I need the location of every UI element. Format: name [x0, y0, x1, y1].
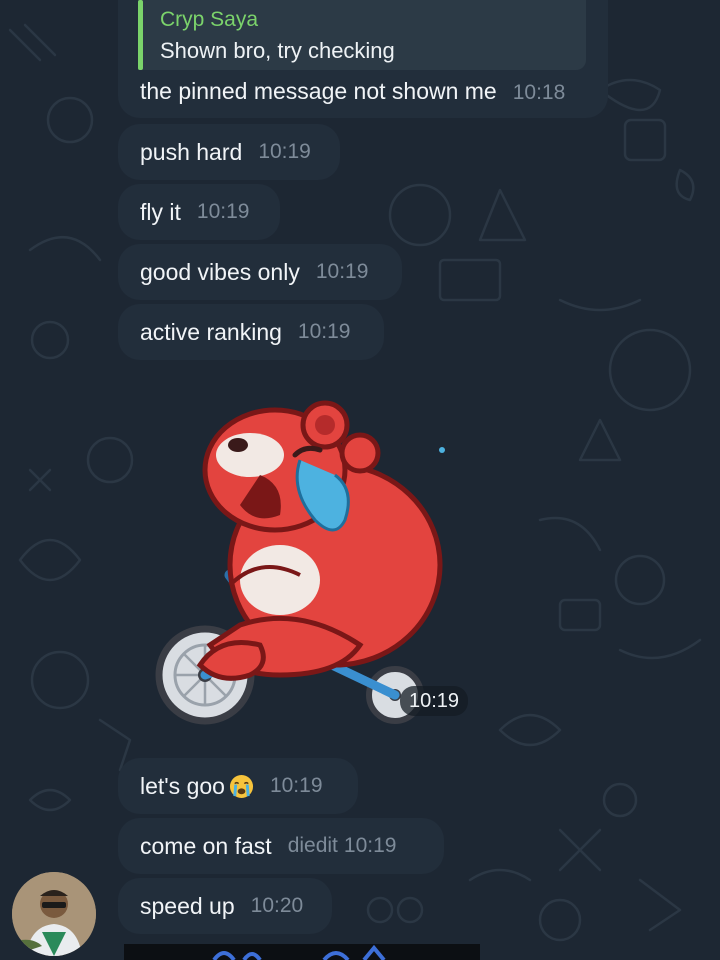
message-time: 10:19 [343, 834, 397, 857]
reply-accent-bar [138, 0, 143, 70]
message-edited-label: diedit [287, 834, 338, 857]
message-text: speed up [140, 892, 235, 919]
message-time: 10:20 [250, 894, 304, 917]
message-text: active ranking [140, 318, 282, 345]
person-avatar-icon [12, 872, 96, 956]
message-time: 10:19 [269, 774, 323, 797]
message-bubble-1[interactable]: Cryp Saya Shown bro, try checking the pi… [118, 0, 608, 118]
message-bubble-6[interactable]: let's goo 10:19 [118, 758, 358, 814]
media-preview-graphic [212, 944, 386, 960]
message-bubble-4[interactable]: good vibes only 10:19 [118, 244, 402, 300]
message-text: fly it [140, 198, 181, 225]
reply-quote[interactable]: Cryp Saya Shown bro, try checking [138, 0, 586, 70]
bear-on-bicycle-sticker[interactable] [150, 395, 470, 735]
message-bubble-3[interactable]: fly it 10:19 [118, 184, 280, 240]
message-bubble-2[interactable]: push hard 10:19 [118, 124, 340, 180]
sticker-time: 10:19 [400, 686, 468, 716]
reply-author: Cryp Saya [160, 8, 259, 31]
message-time: 10:18 [512, 81, 566, 104]
message-time: 10:19 [297, 320, 351, 343]
message-text: good vibes only [140, 258, 300, 285]
media-preview[interactable] [124, 944, 480, 960]
message-time: 10:19 [196, 200, 250, 223]
message-text: let's goo [140, 772, 225, 799]
reply-quoted-text: Shown bro, try checking [160, 38, 395, 63]
message-text: the pinned message not shown me [140, 78, 497, 104]
bear [196, 400, 443, 681]
message-text: come on fast [140, 832, 272, 859]
message-time: 10:19 [258, 140, 311, 163]
message-time: 10:19 [315, 260, 369, 283]
avatar[interactable] [12, 872, 96, 956]
message-text: push hard [140, 138, 243, 165]
message-bubble-8[interactable]: speed up 10:20 [118, 878, 332, 934]
loudly-crying-face-icon [229, 774, 253, 798]
message-bubble-5[interactable]: active ranking 10:19 [118, 304, 384, 360]
message-bubble-7[interactable]: come on fast diedit 10:19 [118, 818, 444, 874]
